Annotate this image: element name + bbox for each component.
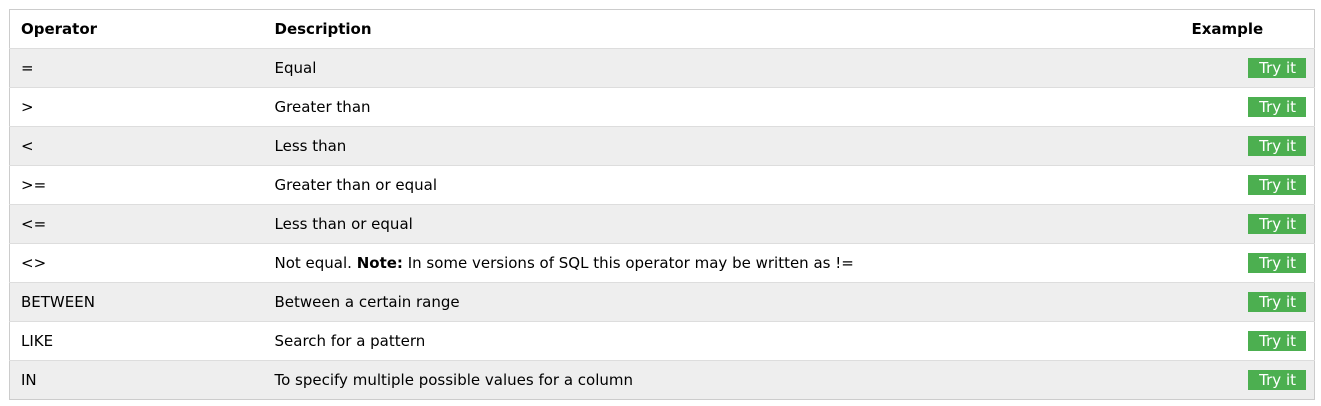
table-header-row: Operator Description Example [9, 9, 1315, 49]
table-row: <> Not equal. Note: In some versions of … [9, 243, 1315, 283]
try-it-button[interactable]: Try it [1248, 253, 1306, 273]
table-row: > Greater than Try it [9, 87, 1315, 127]
example-cell: Try it [1180, 204, 1315, 244]
description-cell: Greater than [263, 87, 1181, 127]
example-cell: Try it [1180, 282, 1315, 322]
operator-cell: <> [9, 243, 264, 283]
description-cell: Search for a pattern [263, 321, 1181, 361]
description-cell: Not equal. Note: In some versions of SQL… [263, 243, 1181, 283]
try-it-button[interactable]: Try it [1248, 58, 1306, 78]
note-text: In some versions of SQL this operator ma… [407, 254, 854, 272]
try-it-button[interactable]: Try it [1248, 292, 1306, 312]
operator-cell: >= [9, 165, 264, 205]
try-it-button[interactable]: Try it [1248, 331, 1306, 351]
operator-cell: BETWEEN [9, 282, 264, 322]
example-cell: Try it [1180, 165, 1315, 205]
table-row: >= Greater than or equal Try it [9, 165, 1315, 205]
header-description: Description [263, 9, 1181, 49]
table-row: = Equal Try it [9, 48, 1315, 88]
operator-cell: LIKE [9, 321, 264, 361]
description-cell: Greater than or equal [263, 165, 1181, 205]
operator-cell: IN [9, 360, 264, 400]
description-cell: Less than or equal [263, 204, 1181, 244]
example-cell: Try it [1180, 87, 1315, 127]
try-it-button[interactable]: Try it [1248, 175, 1306, 195]
description-cell: To specify multiple possible values for … [263, 360, 1181, 400]
table-row: BETWEEN Between a certain range Try it [9, 282, 1315, 322]
operator-cell: = [9, 48, 264, 88]
example-cell: Try it [1180, 126, 1315, 166]
try-it-button[interactable]: Try it [1248, 136, 1306, 156]
try-it-button[interactable]: Try it [1248, 370, 1306, 390]
operators-table-container: Operator Description Example = Equal Try… [9, 9, 1315, 400]
example-cell: Try it [1180, 321, 1315, 361]
note-label: Note: [356, 254, 403, 272]
table-row: IN To specify multiple possible values f… [9, 360, 1315, 400]
description-cell: Between a certain range [263, 282, 1181, 322]
operators-table: Operator Description Example = Equal Try… [9, 9, 1315, 400]
table-row: LIKE Search for a pattern Try it [9, 321, 1315, 361]
example-cell: Try it [1180, 360, 1315, 400]
try-it-button[interactable]: Try it [1248, 214, 1306, 234]
example-cell: Try it [1180, 48, 1315, 88]
example-cell: Try it [1180, 243, 1315, 283]
description-cell: Equal [263, 48, 1181, 88]
operator-cell: < [9, 126, 264, 166]
try-it-button[interactable]: Try it [1248, 97, 1306, 117]
description-text: Not equal. [274, 254, 352, 272]
header-operator: Operator [9, 9, 264, 49]
table-row: <= Less than or equal Try it [9, 204, 1315, 244]
table-row: < Less than Try it [9, 126, 1315, 166]
header-example: Example [1180, 9, 1315, 49]
operator-cell: > [9, 87, 264, 127]
description-cell: Less than [263, 126, 1181, 166]
operator-cell: <= [9, 204, 264, 244]
